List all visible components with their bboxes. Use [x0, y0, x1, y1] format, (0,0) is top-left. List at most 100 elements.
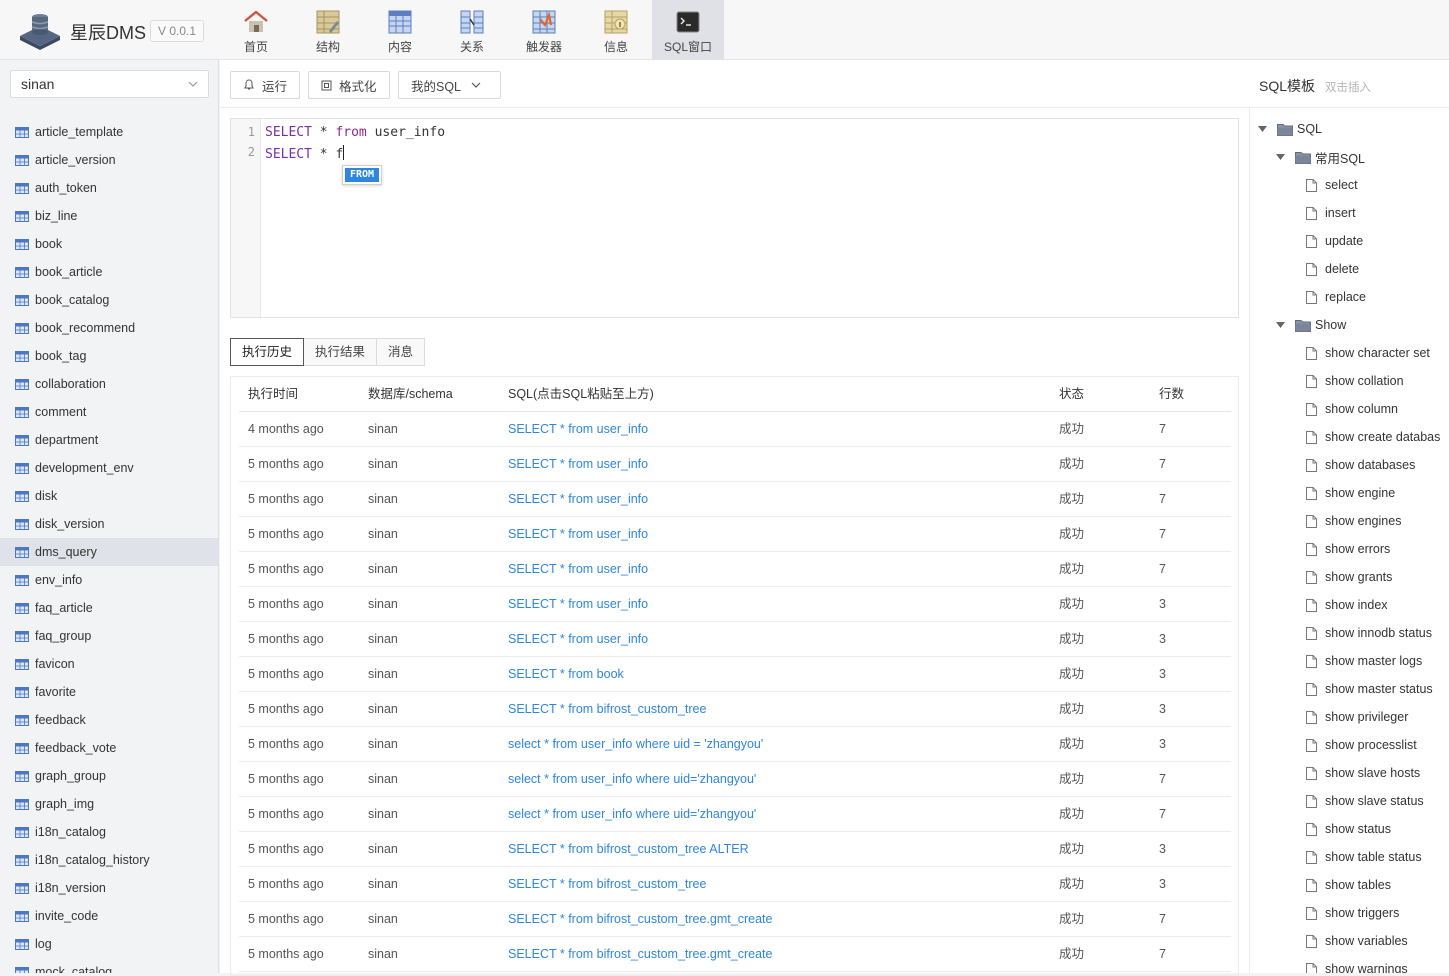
run-button[interactable]: 运行 [230, 71, 301, 99]
table-item[interactable]: auth_token [0, 174, 218, 202]
tab-history[interactable]: 执行历史 [230, 338, 305, 366]
tree-template-item[interactable]: select [1306, 171, 1358, 199]
tree-template-item[interactable]: show column [1306, 395, 1398, 423]
tree-template-item[interactable]: show warnings [1306, 955, 1408, 973]
table-item[interactable]: article_version [0, 146, 218, 174]
sql-link[interactable]: SELECT * from user_info [508, 552, 648, 587]
tree-template-item[interactable]: show slave status [1306, 787, 1424, 815]
table-name: graph_img [35, 797, 95, 811]
sql-editor[interactable]: 1 2 SELECT * from user_info SELECT * f F… [230, 118, 1239, 318]
table-item[interactable]: collaboration [0, 370, 218, 398]
tree-template-item[interactable]: show grants [1306, 563, 1392, 591]
tree-template-item[interactable]: show table status [1306, 843, 1422, 871]
sql-link[interactable]: SELECT * from bifrost_custom_tree [508, 867, 706, 902]
sql-link[interactable]: SELECT * from bifrost_custom_tree ALTER [508, 832, 749, 867]
table-item[interactable]: log [0, 930, 218, 958]
tree-template-item[interactable]: show master status [1306, 675, 1433, 703]
table-item[interactable]: feedback_vote [0, 734, 218, 762]
table-item[interactable]: development_env [0, 454, 218, 482]
sql-link[interactable]: select * from user_info where uid = 'zha… [508, 727, 763, 762]
table-item[interactable]: favicon [0, 650, 218, 678]
table-item[interactable]: department [0, 426, 218, 454]
table-item[interactable]: article_template [0, 118, 218, 146]
nav-home[interactable]: 首页 [220, 0, 292, 60]
table-item[interactable]: i18n_catalog [0, 818, 218, 846]
database-select[interactable]: sinan [10, 70, 209, 98]
table-item[interactable]: book_recommend [0, 314, 218, 342]
table-item[interactable]: mock_catalog [0, 958, 218, 973]
tree-template-item[interactable]: show collation [1306, 367, 1404, 395]
tree-folder[interactable]: Show [1276, 311, 1346, 339]
tree-template-item[interactable]: show character set [1306, 339, 1430, 367]
table-item[interactable]: disk_version [0, 510, 218, 538]
tree-template-item[interactable]: show variables [1306, 927, 1408, 955]
table-item[interactable]: book_catalog [0, 286, 218, 314]
table-item[interactable]: env_info [0, 566, 218, 594]
nav-sql-window[interactable]: SQL窗口 [652, 0, 724, 60]
tree-label: show warnings [1325, 962, 1408, 973]
table-name: disk_version [35, 517, 105, 531]
table-item[interactable]: book [0, 230, 218, 258]
tree-template-item[interactable]: show index [1306, 591, 1388, 619]
table-item[interactable]: graph_group [0, 762, 218, 790]
sql-link[interactable]: SELECT * from user_info [508, 412, 648, 447]
tree-template-item[interactable]: show master logs [1306, 647, 1422, 675]
sql-link[interactable]: SELECT * from bifrost_custom_tree.gmt_cr… [508, 937, 772, 972]
tree-template-item[interactable]: show errors [1306, 535, 1390, 563]
tab-results[interactable]: 执行结果 [303, 338, 378, 366]
my-sql-dropdown[interactable]: 我的SQL [398, 71, 502, 99]
table-row: 5 months ago sinan SELECT * from user_info… [239, 447, 1231, 482]
tree-template-item[interactable]: show privileger [1306, 703, 1408, 731]
table-item[interactable]: faq_article [0, 594, 218, 622]
table-item[interactable]: i18n_catalog_history [0, 846, 218, 874]
table-item[interactable]: i18n_version [0, 874, 218, 902]
table-item[interactable]: feedback [0, 706, 218, 734]
table-item[interactable]: biz_line [0, 202, 218, 230]
tree-template-item[interactable]: delete [1306, 255, 1359, 283]
tree-template-item[interactable]: show databases [1306, 451, 1415, 479]
sql-link[interactable]: SELECT * from bifrost_custom_tree.gmt_cr… [508, 902, 772, 937]
sql-link[interactable]: SELECT * from user_info [508, 447, 648, 482]
file-icon [1306, 402, 1317, 416]
tree-template-item[interactable]: show status [1306, 815, 1391, 843]
table-item[interactable]: favorite [0, 678, 218, 706]
tree-label: show character set [1325, 346, 1430, 360]
nav-trigger[interactable]: 触发器 [508, 0, 580, 60]
tree-template-item[interactable]: show create databas [1306, 423, 1440, 451]
tree-folder[interactable]: 常用SQL [1276, 143, 1365, 171]
sql-link[interactable]: SELECT * from bifrost_custom_tree [508, 692, 706, 727]
table-item[interactable]: graph_img [0, 790, 218, 818]
nav-info[interactable]: 信息 [580, 0, 652, 60]
nav-relation[interactable]: 关系 [436, 0, 508, 60]
sql-link[interactable]: SELECT * from user_info [508, 622, 648, 657]
tree-template-item[interactable]: show innodb status [1306, 619, 1432, 647]
nav-structure[interactable]: 结构 [292, 0, 364, 60]
sql-link[interactable]: select * from user_info where uid='zhang… [508, 797, 756, 832]
tree-template-item[interactable]: show slave hosts [1306, 759, 1420, 787]
table-item[interactable]: comment [0, 398, 218, 426]
tree-template-item[interactable]: update [1306, 227, 1363, 255]
tree-template-item[interactable]: show tables [1306, 871, 1391, 899]
tree-template-item[interactable]: show engine [1306, 479, 1395, 507]
table-item[interactable]: disk [0, 482, 218, 510]
format-button[interactable]: 格式化 [308, 71, 390, 99]
tree-root[interactable]: SQL [1258, 115, 1322, 143]
autocomplete-item[interactable]: FROM [345, 168, 380, 182]
tree-template-item[interactable]: show processlist [1306, 731, 1417, 759]
sql-link[interactable]: select * from user_info where uid='zhang… [508, 762, 756, 797]
table-item[interactable]: faq_group [0, 622, 218, 650]
sql-link[interactable]: SELECT * from user_info [508, 587, 648, 622]
table-item[interactable]: dms_query [0, 538, 218, 566]
table-item[interactable]: book_article [0, 258, 218, 286]
tree-template-item[interactable]: show triggers [1306, 899, 1399, 927]
tab-messages[interactable]: 消息 [376, 338, 426, 366]
nav-content[interactable]: 内容 [364, 0, 436, 60]
table-item[interactable]: book_tag [0, 342, 218, 370]
sql-link[interactable]: SELECT * from user_info [508, 517, 648, 552]
tree-template-item[interactable]: show engines [1306, 507, 1401, 535]
tree-template-item[interactable]: replace [1306, 283, 1366, 311]
table-item[interactable]: invite_code [0, 902, 218, 930]
tree-template-item[interactable]: insert [1306, 199, 1356, 227]
sql-link[interactable]: SELECT * from user_info [508, 482, 648, 517]
sql-link[interactable]: SELECT * from book [508, 657, 624, 692]
